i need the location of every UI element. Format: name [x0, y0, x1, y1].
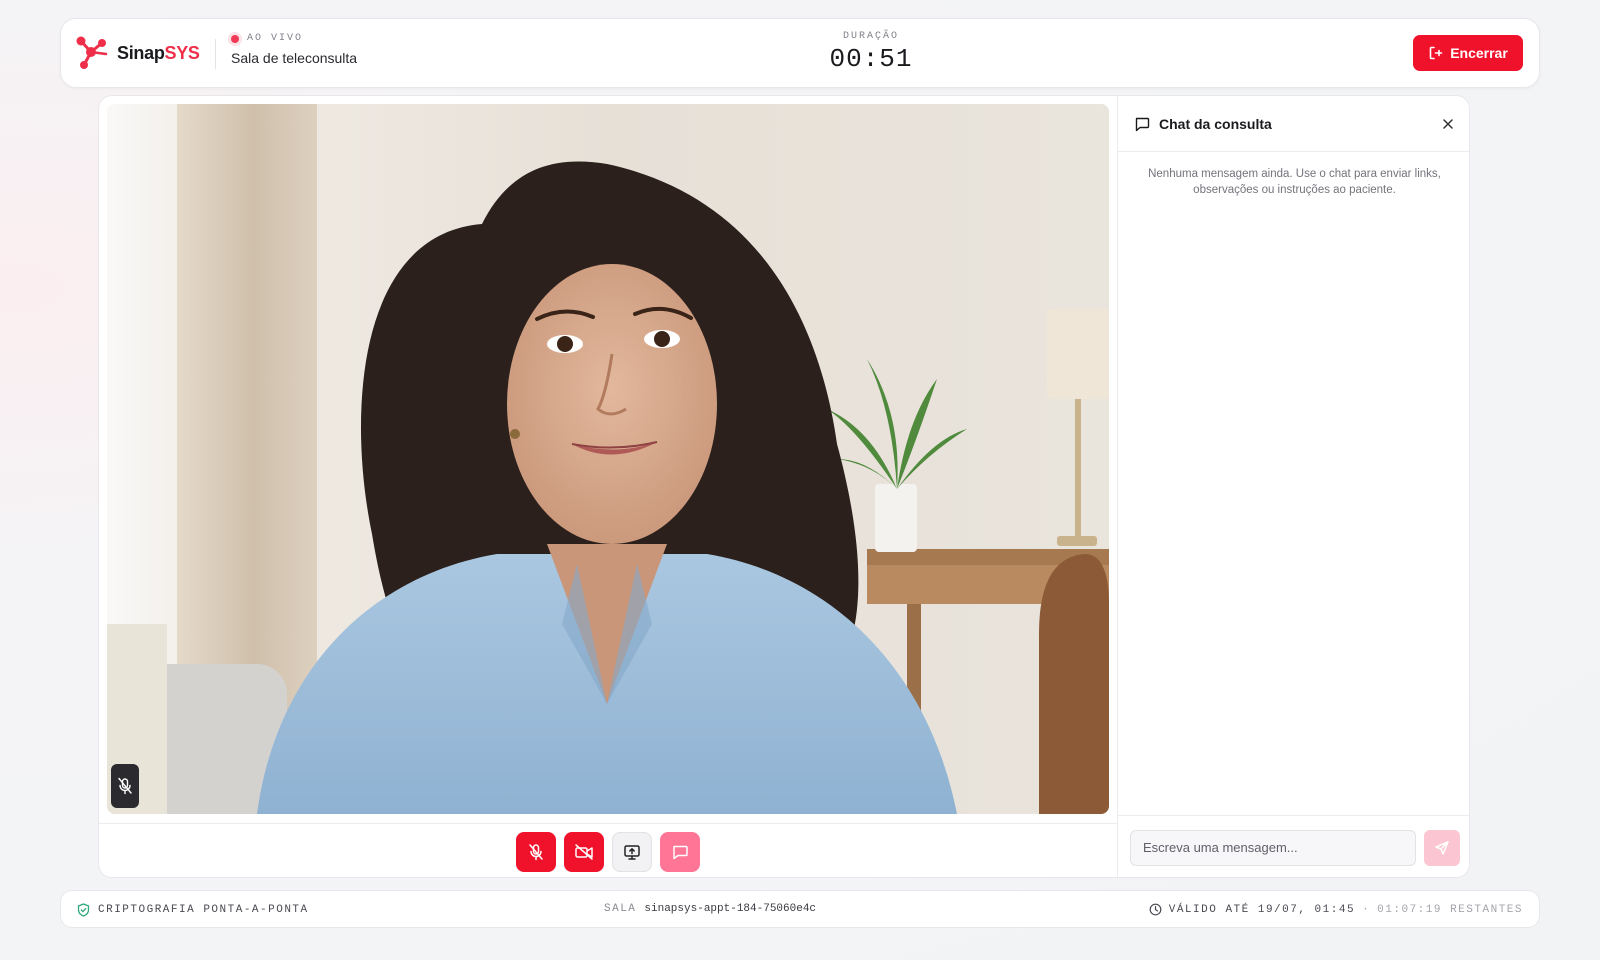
brand-name-accent: SYS [164, 42, 200, 63]
separator: · [1362, 903, 1371, 916]
live-status: AO VIVO Sala de teleconsulta [231, 33, 357, 66]
room-label: SALA [604, 903, 637, 915]
chat-empty-state: Nenhuma mensagem ainda. Use o chat para … [1148, 168, 1441, 196]
encryption-status: CRIPTOGRAFIA PONTA-A-PONTA [77, 903, 309, 917]
chat-panel: Chat da consulta Nenhuma mensagem ainda.… [1117, 96, 1469, 877]
encryption-label: CRIPTOGRAFIA PONTA-A-PONTA [98, 904, 309, 916]
live-label: AO VIVO [247, 33, 304, 44]
brand-name: SinapSYS [117, 43, 200, 64]
end-call-button[interactable]: Encerrar [1413, 35, 1523, 71]
screen-share-icon [624, 844, 640, 860]
call-duration: DURAÇÃO 00:51 [821, 31, 921, 74]
toggle-camera-button[interactable] [564, 831, 604, 872]
exit-icon [1429, 46, 1443, 60]
chat-icon [1135, 117, 1150, 131]
room-title: Sala de teleconsulta [231, 50, 358, 66]
mic-off-icon [118, 777, 132, 795]
brand-name-primary: Sinap [117, 42, 165, 63]
send-message-button[interactable] [1424, 829, 1460, 866]
room-info: SALA sinapsys-appt-184-75060e4c [604, 903, 816, 915]
mic-off-icon [529, 843, 543, 860]
toggle-mic-button[interactable] [516, 831, 556, 872]
call-controls [99, 823, 1117, 877]
close-icon[interactable] [1441, 117, 1455, 131]
participant-mic-muted-badge [111, 764, 139, 808]
participant-video-feed [107, 104, 1109, 814]
send-icon [1435, 840, 1449, 855]
status-bar: CRIPTOGRAFIA PONTA-A-PONTA SALA sinapsys… [60, 890, 1540, 928]
video-off-icon [575, 843, 593, 860]
toggle-chat-button[interactable] [660, 831, 700, 872]
header-divider [215, 39, 216, 69]
chat-icon [673, 845, 688, 859]
consultation-panel: Chat da consulta Nenhuma mensagem ainda.… [98, 95, 1470, 878]
validity-info: VÁLIDO ATÉ 19/07, 01:45 · 01:07:19 RESTA… [1149, 903, 1523, 916]
end-call-label: Encerrar [1450, 45, 1508, 61]
clock-icon [1149, 903, 1162, 916]
top-bar: SinapSYS AO VIVO Sala de teleconsulta DU… [60, 18, 1540, 88]
time-remaining: 01:07:19 RESTANTES [1377, 903, 1523, 916]
brand-logo: SinapSYS [75, 35, 200, 71]
valid-until: VÁLIDO ATÉ 19/07, 01:45 [1168, 903, 1356, 916]
share-screen-button[interactable] [612, 831, 652, 872]
sinapsys-logo-icon [76, 36, 108, 69]
remote-video [107, 104, 1109, 814]
chat-title: Chat da consulta [1159, 115, 1272, 132]
chat-header: Chat da consulta [1118, 96, 1469, 152]
room-id: sinapsys-appt-184-75060e4c [644, 903, 817, 915]
chat-composer [1118, 815, 1469, 877]
chat-message-input[interactable] [1130, 829, 1416, 866]
live-dot-icon [231, 34, 239, 43]
duration-label: DURAÇÃO [842, 31, 899, 42]
shield-check-icon [77, 903, 90, 917]
duration-timer: 00:51 [829, 44, 913, 74]
